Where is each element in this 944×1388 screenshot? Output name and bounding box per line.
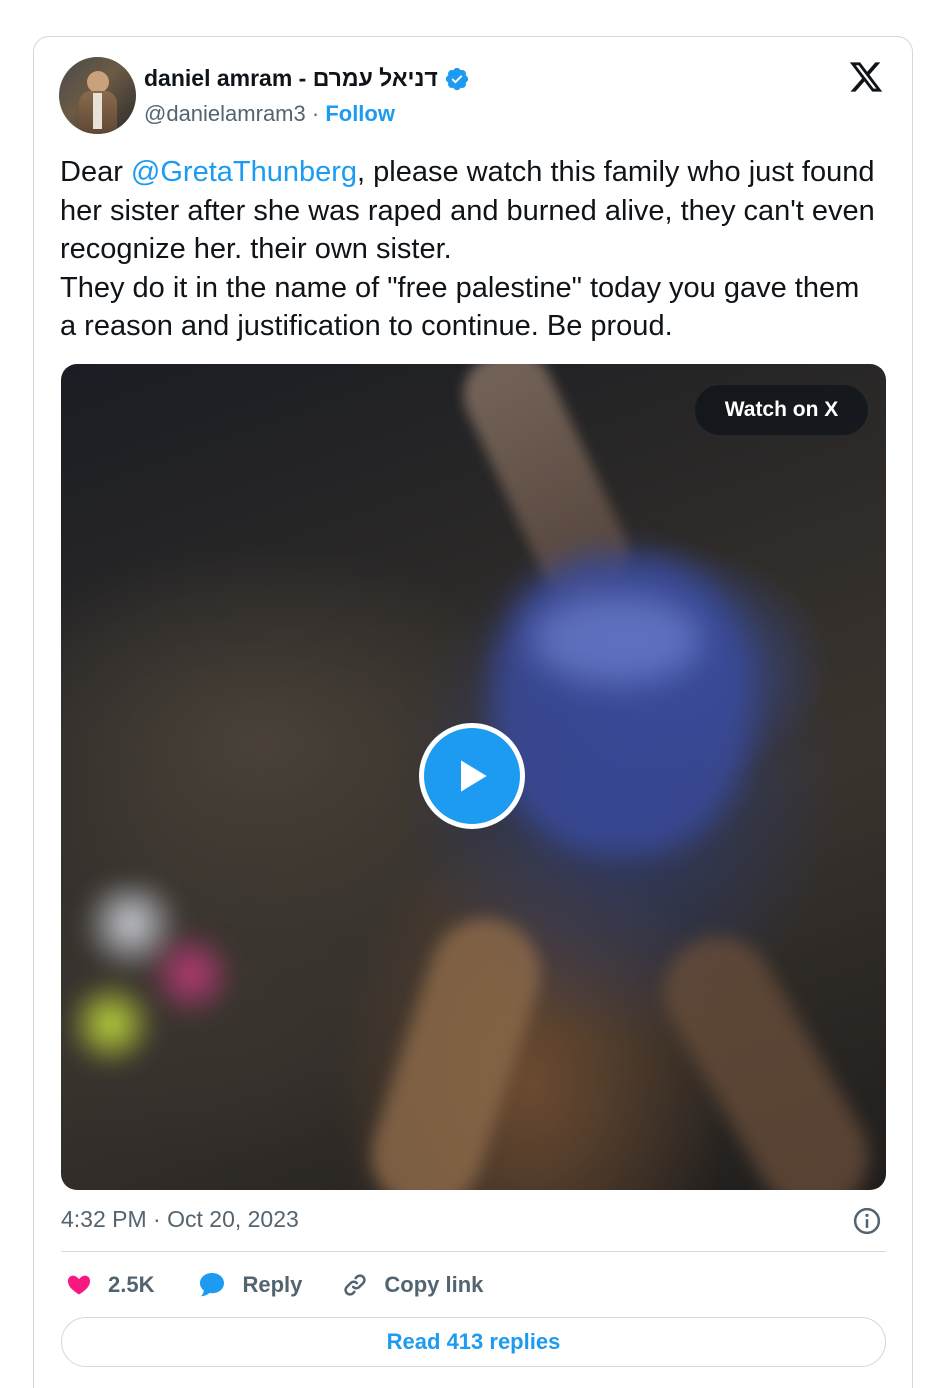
avatar-scarf	[93, 93, 102, 129]
reply-label: Reply	[242, 1272, 303, 1297]
video-frame-shape	[357, 904, 555, 1190]
author-name-row[interactable]: daniel amram - דניאל עמרם	[144, 65, 470, 92]
watch-on-x-button[interactable]: Watch on X	[695, 385, 868, 435]
action-bar: 2.5K Reply Copy link	[64, 1267, 483, 1303]
play-icon	[461, 760, 487, 792]
mention-link[interactable]: @GretaThunberg	[131, 156, 357, 188]
video-frame-shape	[71, 884, 241, 1084]
tweet-date: Oct 20, 2023	[167, 1206, 299, 1232]
copy-link-label: Copy link	[384, 1272, 484, 1297]
handle-line: @danielamram3 · Follow	[144, 101, 395, 127]
heart-icon	[67, 1275, 91, 1295]
copy-link-button[interactable]: Copy link	[340, 1270, 483, 1300]
author-handle[interactable]: @danielamram3	[144, 101, 306, 126]
author-display-name[interactable]: daniel amram - דניאל עמרם	[144, 65, 438, 92]
avatar-head	[87, 71, 109, 93]
verified-badge-icon	[445, 67, 468, 90]
tweet-paragraph-2: They do it in the name of "free palestin…	[60, 271, 860, 343]
info-icon[interactable]	[852, 1206, 882, 1236]
handle-separator: ·	[311, 101, 320, 126]
tweet-card: daniel amram - דניאל עמרם @danielamram3 …	[33, 36, 913, 1388]
avatar[interactable]	[59, 57, 136, 134]
tweet-timestamp[interactable]: 4:32 PM · Oct 20, 2023	[61, 1206, 299, 1233]
follow-link[interactable]: Follow	[325, 101, 395, 126]
link-icon	[344, 1274, 367, 1296]
read-replies-button[interactable]: Read 413 replies	[61, 1317, 886, 1367]
tweet-text: Dear @GretaThunberg, please watch this f…	[60, 153, 880, 346]
tweet-time: 4:32 PM	[61, 1206, 147, 1232]
video-player[interactable]: Watch on X	[61, 364, 886, 1190]
reply-button[interactable]: Reply	[196, 1269, 302, 1301]
divider	[61, 1251, 886, 1252]
tweet-lead: Dear	[60, 156, 131, 188]
reply-bubble-icon	[200, 1273, 225, 1297]
tweet-paragraph-1: Dear @GretaThunberg, please watch this f…	[60, 153, 880, 269]
video-frame-shape	[643, 916, 886, 1190]
timestamp-dot: ·	[146, 1206, 168, 1232]
like-button[interactable]: 2.5K	[64, 1270, 154, 1300]
play-button[interactable]	[419, 723, 525, 829]
video-frame-shape	[531, 594, 701, 684]
likes-count: 2.5K	[108, 1272, 155, 1297]
x-logo-icon[interactable]	[848, 59, 884, 95]
